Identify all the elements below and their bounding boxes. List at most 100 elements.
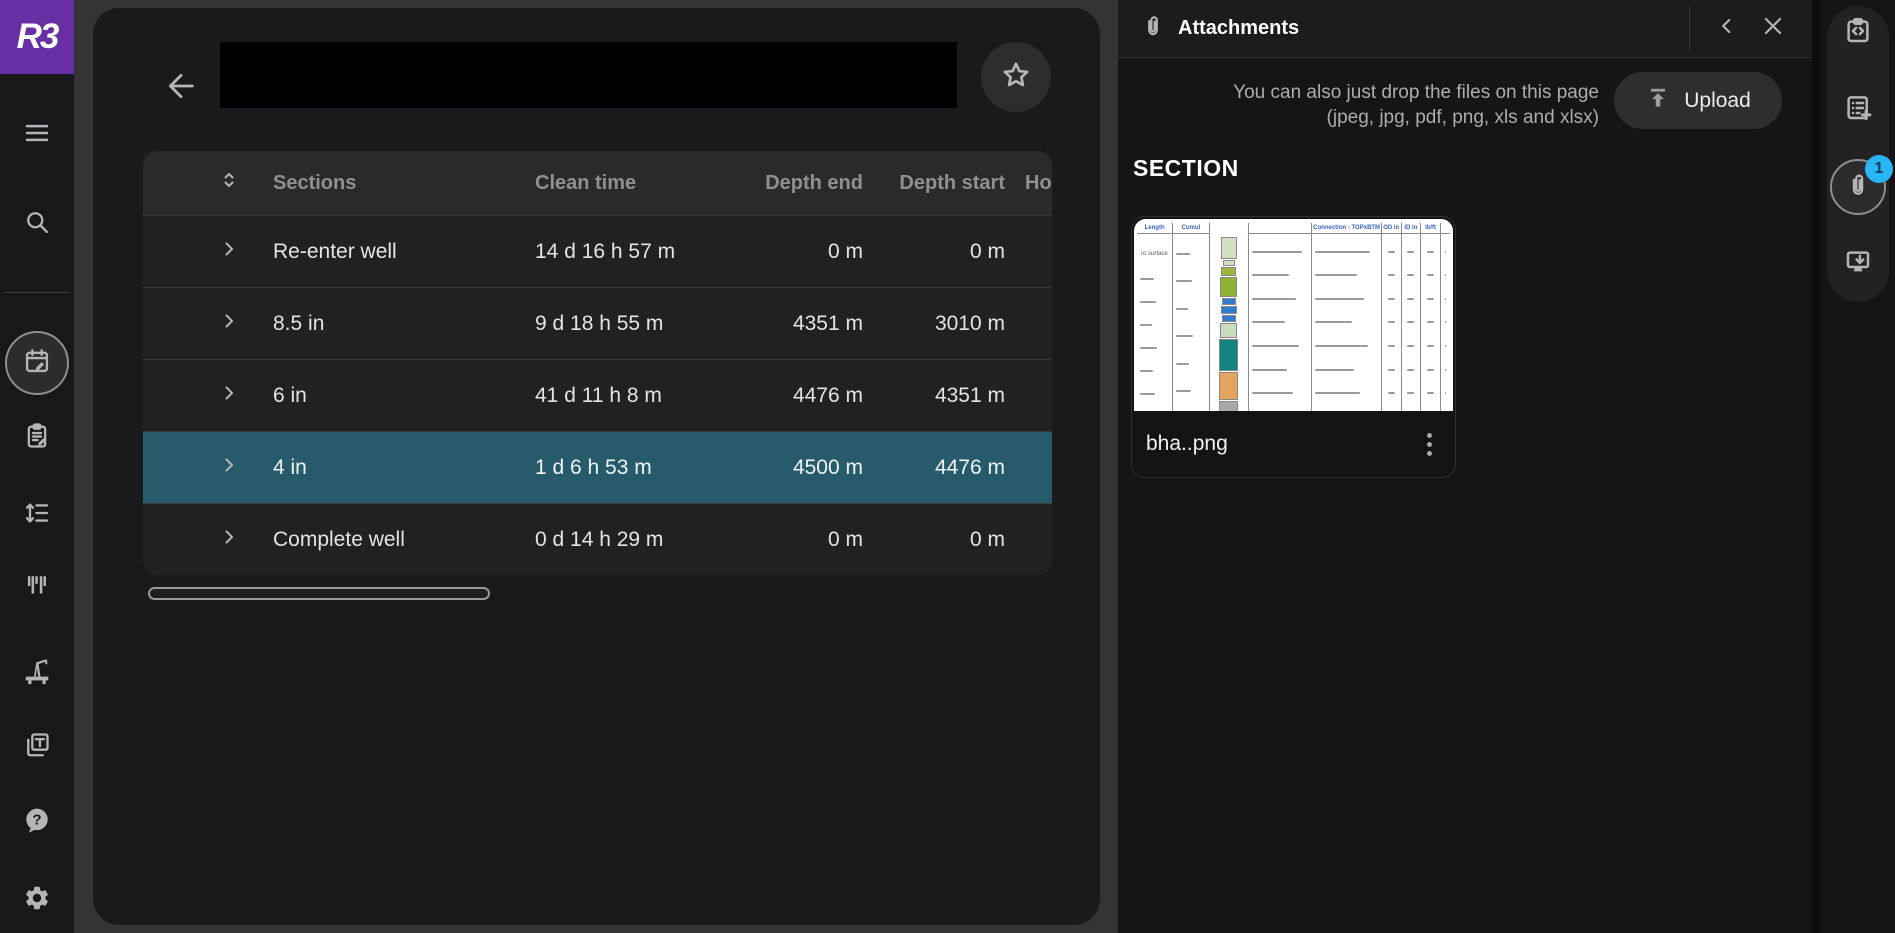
star-icon xyxy=(1000,59,1032,96)
search-button[interactable] xyxy=(15,202,59,246)
cell-depth-end: 0 m xyxy=(827,527,863,551)
cell-clean-time: 14 d 16 h 57 m xyxy=(535,239,676,263)
attachments-panel-header: Attachments xyxy=(1118,0,1812,58)
table-row[interactable]: Complete well 0 d 14 h 29 m 0 m 0 m xyxy=(143,503,1052,575)
thumb-col-header: ID in xyxy=(1401,223,1421,234)
chevron-right-icon[interactable] xyxy=(217,381,241,411)
cell-clean-time: 41 d 11 h 8 m xyxy=(535,383,662,407)
cell-depth-end: 4351 m xyxy=(792,311,863,335)
sections-table: Sections Clean time Depth end Depth star… xyxy=(143,151,1052,575)
drop-hint-line1: You can also just drop the files on this… xyxy=(1233,82,1599,103)
menu-button[interactable] xyxy=(15,113,59,157)
line-spacing-icon xyxy=(23,499,51,532)
sidebar-item-activities[interactable] xyxy=(15,493,59,537)
col-header-hole: Ho xyxy=(1025,171,1052,194)
table-row[interactable]: Re-enter well 14 d 16 h 57 m 0 m 0 m xyxy=(143,215,1052,287)
app-logo[interactable]: R3 xyxy=(0,0,74,74)
cell-section: 6 in xyxy=(273,383,307,407)
monitor-download-icon xyxy=(1843,247,1873,282)
sidebar-item-report[interactable] xyxy=(15,416,59,460)
toolbar-item-add-form[interactable] xyxy=(1836,88,1880,132)
kebab-menu-button[interactable] xyxy=(1409,424,1449,464)
horizontal-scrollbar-thumb[interactable] xyxy=(148,587,490,600)
cell-depth-start: 0 m xyxy=(969,239,1005,263)
main-content-card: Sections Clean time Depth end Depth star… xyxy=(93,8,1100,925)
attachment-thumbnail[interactable]: Length To surface Cumul Connection - TOP… xyxy=(1134,219,1453,411)
thumb-col-header: Length xyxy=(1137,223,1173,234)
toolbar-item-import[interactable] xyxy=(1836,242,1880,286)
table-row-selected[interactable]: 4 in 1 d 6 h 53 m 4500 m 4476 m xyxy=(143,431,1052,503)
sidebar-item-rig[interactable] xyxy=(15,651,59,695)
drop-hint-line2: (jpeg, jpg, pdf, png, xls and xlsx) xyxy=(1326,107,1599,129)
attachment-label-row: bha..png xyxy=(1132,411,1455,477)
upload-icon xyxy=(1645,85,1671,117)
panel-edge-divider xyxy=(1812,0,1820,933)
col-header-depth-start: Depth start xyxy=(899,171,1005,194)
gear-icon xyxy=(23,884,51,917)
attachments-panel: Attachments You can also just drop the f… xyxy=(1118,0,1812,933)
app-window: R3 ? Sections Clean time Depth end Depth… xyxy=(0,0,1895,933)
rig-icon xyxy=(22,656,52,691)
attachment-count-badge: 1 xyxy=(1865,155,1893,183)
cell-depth-end: 4500 m xyxy=(792,455,863,479)
close-icon xyxy=(1760,13,1786,44)
upload-area: You can also just drop the files on this… xyxy=(1118,58,1812,130)
cell-section: 8.5 in xyxy=(273,311,325,335)
chevron-right-icon[interactable] xyxy=(217,525,241,555)
section-group-label: SECTION xyxy=(1133,155,1239,181)
header-divider xyxy=(1689,6,1690,51)
clipboard-add-icon xyxy=(1843,93,1873,128)
attachment-filename: bha..png xyxy=(1146,432,1228,455)
col-header-depth-end: Depth end xyxy=(765,171,863,194)
cell-section: Re-enter well xyxy=(273,239,397,263)
sort-button[interactable] xyxy=(143,168,260,198)
chevron-right-icon[interactable] xyxy=(217,237,241,267)
sidebar-item-templates[interactable] xyxy=(15,725,59,769)
cell-depth-end: 4476 m xyxy=(792,383,863,407)
sidebar-item-help[interactable]: ? xyxy=(15,800,59,844)
upload-button[interactable]: Upload xyxy=(1614,72,1782,129)
favorite-button[interactable] xyxy=(981,42,1051,112)
table-row[interactable]: 6 in 41 d 11 h 8 m 4476 m 4351 m xyxy=(143,359,1052,431)
cell-depth-start: 4351 m xyxy=(934,383,1005,407)
menu-icon xyxy=(22,118,52,153)
pipes-icon xyxy=(24,573,50,604)
panel-collapse-button[interactable] xyxy=(1704,6,1750,52)
thumb-col-header: Connection - TOPxBTM xyxy=(1312,223,1381,234)
drop-hint-text: You can also just drop the files on this… xyxy=(1118,72,1599,130)
table-header-row: Sections Clean time Depth end Depth star… xyxy=(143,151,1052,215)
clipboard-code-icon xyxy=(1843,16,1873,51)
help-icon: ? xyxy=(23,806,51,839)
cell-depth-end: 0 m xyxy=(827,239,863,263)
cell-section: Complete well xyxy=(273,527,405,551)
left-sidebar: R3 ? xyxy=(0,0,74,933)
sidebar-item-pipes[interactable] xyxy=(15,566,59,610)
upload-label: Upload xyxy=(1684,88,1751,112)
col-header-clean-time: Clean time xyxy=(535,171,637,194)
back-button[interactable] xyxy=(159,66,203,110)
thumb-col-header: lb/ft xyxy=(1421,223,1440,234)
chevron-right-icon[interactable] xyxy=(217,453,241,483)
chevron-right-icon[interactable] xyxy=(217,309,241,339)
bha-schematic xyxy=(1210,234,1248,411)
right-toolbar: 1 xyxy=(1820,0,1895,933)
panel-close-button[interactable] xyxy=(1750,6,1796,52)
paperclip-icon xyxy=(1140,13,1166,44)
sort-icon xyxy=(217,168,241,198)
svg-text:?: ? xyxy=(32,811,41,828)
thumb-col-header: OD in xyxy=(1381,223,1401,234)
cell-section: 4 in xyxy=(273,455,307,479)
clipboard-edit-icon xyxy=(23,422,51,455)
attachment-card[interactable]: Length To surface Cumul Connection - TOP… xyxy=(1131,216,1456,478)
cell-clean-time: 9 d 18 h 55 m xyxy=(535,311,664,335)
sidebar-item-settings[interactable] xyxy=(15,878,59,922)
sidebar-item-plan-active[interactable] xyxy=(5,331,69,395)
col-header-sections: Sections xyxy=(273,171,357,194)
table-row[interactable]: 8.5 in 9 d 18 h 55 m 4351 m 3010 m xyxy=(143,287,1052,359)
search-icon xyxy=(23,208,51,241)
thumb-col-header: Cumul xyxy=(1173,223,1209,234)
cell-depth-start: 4476 m xyxy=(934,455,1005,479)
chevron-left-icon xyxy=(1714,13,1740,44)
calendar-edit-icon xyxy=(23,347,51,380)
toolbar-item-daily-code[interactable] xyxy=(1836,11,1880,55)
